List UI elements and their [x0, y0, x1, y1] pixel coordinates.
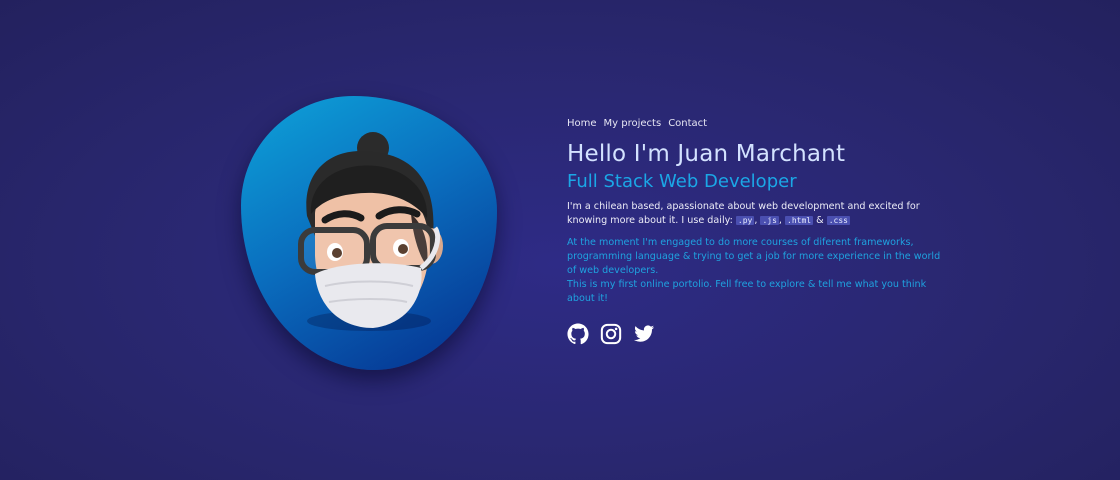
blurb-line-2: This is my first online portolio. Fell f… [567, 279, 927, 304]
twitter-icon[interactable] [633, 323, 655, 345]
blurb-paragraph: At the moment I'm engaged to do more cou… [567, 236, 942, 306]
social-links [567, 323, 942, 345]
instagram-icon[interactable] [600, 323, 622, 345]
tech-badge-py: .py [735, 216, 755, 225]
avatar [241, 96, 497, 370]
tech-badge-css: .css [826, 216, 850, 225]
nav-home-link[interactable]: Home [567, 118, 597, 129]
nav-projects-link[interactable]: My projects [604, 118, 662, 129]
github-icon[interactable] [567, 323, 589, 345]
nav-contact-link[interactable]: Contact [668, 118, 707, 129]
page-subtitle: Full Stack Web Developer [567, 171, 797, 192]
page-title: Hello I'm Juan Marchant [567, 141, 846, 167]
hero-content: Home My projects Contact Hello I'm Juan … [567, 118, 942, 345]
memoji-illustration [298, 132, 443, 331]
tech-badge-js: .js [760, 216, 779, 225]
top-nav: Home My projects Contact [567, 118, 942, 129]
tech-badge-html: .html [785, 216, 814, 225]
intro-paragraph: I'm a chilean based, apassionate about w… [567, 201, 920, 226]
blurb-line-1: At the moment I'm engaged to do more cou… [567, 237, 941, 276]
